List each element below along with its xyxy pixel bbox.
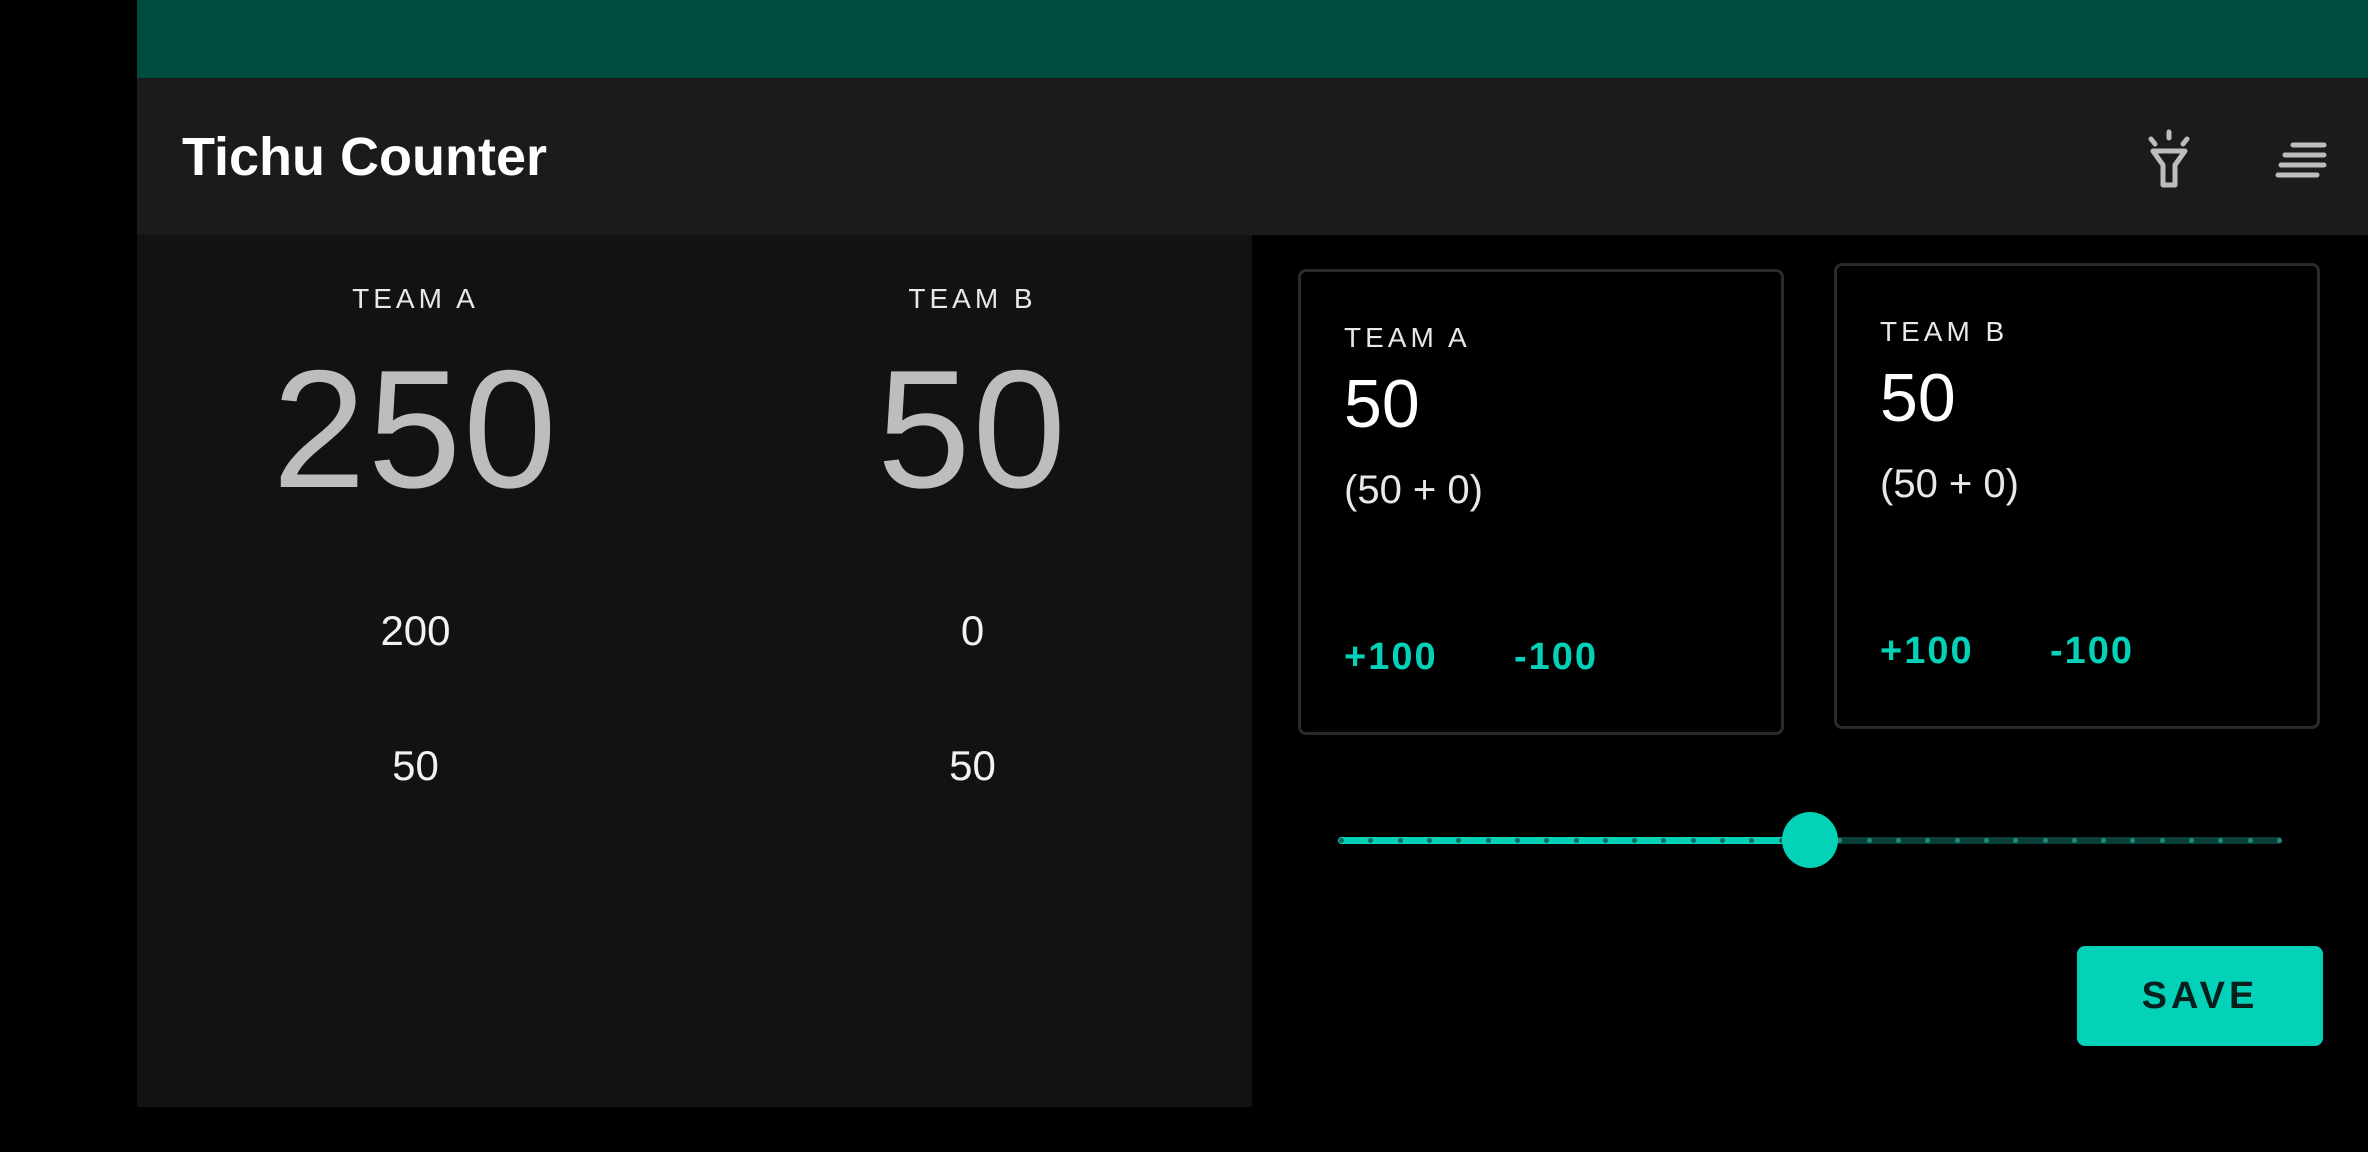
slider-tick [1895, 838, 1901, 843]
slider-tick [1954, 838, 1960, 843]
slider-tick [2071, 838, 2077, 843]
menu-icon [2275, 142, 2327, 178]
team-a-round-card: TEAM A 50 (50 + 0) +100 -100 [1298, 269, 1784, 735]
team-a-total: 250 [272, 335, 559, 523]
app-title: Tichu Counter [182, 127, 548, 187]
team-a-column: TEAM A 250 200 50 [137, 235, 694, 1107]
team-b-total: 50 [877, 335, 1068, 523]
save-button[interactable]: SAVE [2077, 946, 2323, 1046]
team-b-plus-100-button[interactable]: +100 [1880, 630, 1974, 673]
team-a-minus-100-button[interactable]: -100 [1514, 636, 1598, 679]
team-b-label: TEAM B [908, 283, 1037, 314]
slider-tick [1339, 838, 1344, 843]
slider-tick [1983, 838, 1989, 843]
status-bar [137, 0, 2368, 78]
team-a-score-breakdown: (50 + 0) [1344, 468, 1483, 512]
team-a-label: TEAM A [352, 283, 479, 314]
slider-thumb[interactable] [1782, 812, 1838, 868]
points-slider[interactable] [1338, 812, 2282, 868]
flashlight-icon [2148, 129, 2190, 188]
team-a-plus-100-button[interactable]: +100 [1344, 636, 1438, 679]
slider-tick [1514, 838, 1520, 843]
team-b-score-breakdown: (50 + 0) [1880, 462, 2019, 506]
flashlight-button[interactable] [2133, 123, 2205, 195]
team-b-column: TEAM B 50 0 50 [694, 235, 1251, 1107]
slider-tick [1426, 838, 1432, 843]
slider-tick [1573, 838, 1579, 843]
slider-tick [2247, 838, 2253, 843]
team-a-round-score-value: 50 [1344, 366, 1420, 442]
slider-tick [1602, 838, 1608, 843]
slider-tick [1397, 838, 1403, 843]
slider-tick [2042, 838, 2048, 843]
slider-tick [2159, 838, 2165, 843]
team-b-minus-100-button[interactable]: -100 [2050, 630, 2134, 673]
slider-tick [1485, 838, 1491, 843]
score-history-pane: TEAM A 250 200 50 TEAM B 50 0 50 [137, 235, 1252, 1107]
team-a-round-score[interactable]: 50 [137, 742, 694, 790]
app-bar: Tichu Counter [137, 78, 2368, 235]
team-b-round-score[interactable]: 0 [694, 607, 1251, 655]
slider-tick [1866, 838, 1872, 843]
team-a-round-score[interactable]: 200 [137, 607, 694, 655]
slider-tick [1690, 838, 1696, 843]
team-a-card-label: TEAM A [1344, 322, 1471, 353]
team-b-round-score-value: 50 [1880, 360, 1956, 436]
team-b-round-card: TEAM B 50 (50 + 0) +100 -100 [1834, 263, 2320, 729]
menu-button[interactable] [2265, 123, 2337, 195]
team-b-round-score[interactable]: 50 [694, 742, 1251, 790]
team-b-card-label: TEAM B [1880, 316, 2009, 347]
slider-tick [2277, 838, 2282, 843]
